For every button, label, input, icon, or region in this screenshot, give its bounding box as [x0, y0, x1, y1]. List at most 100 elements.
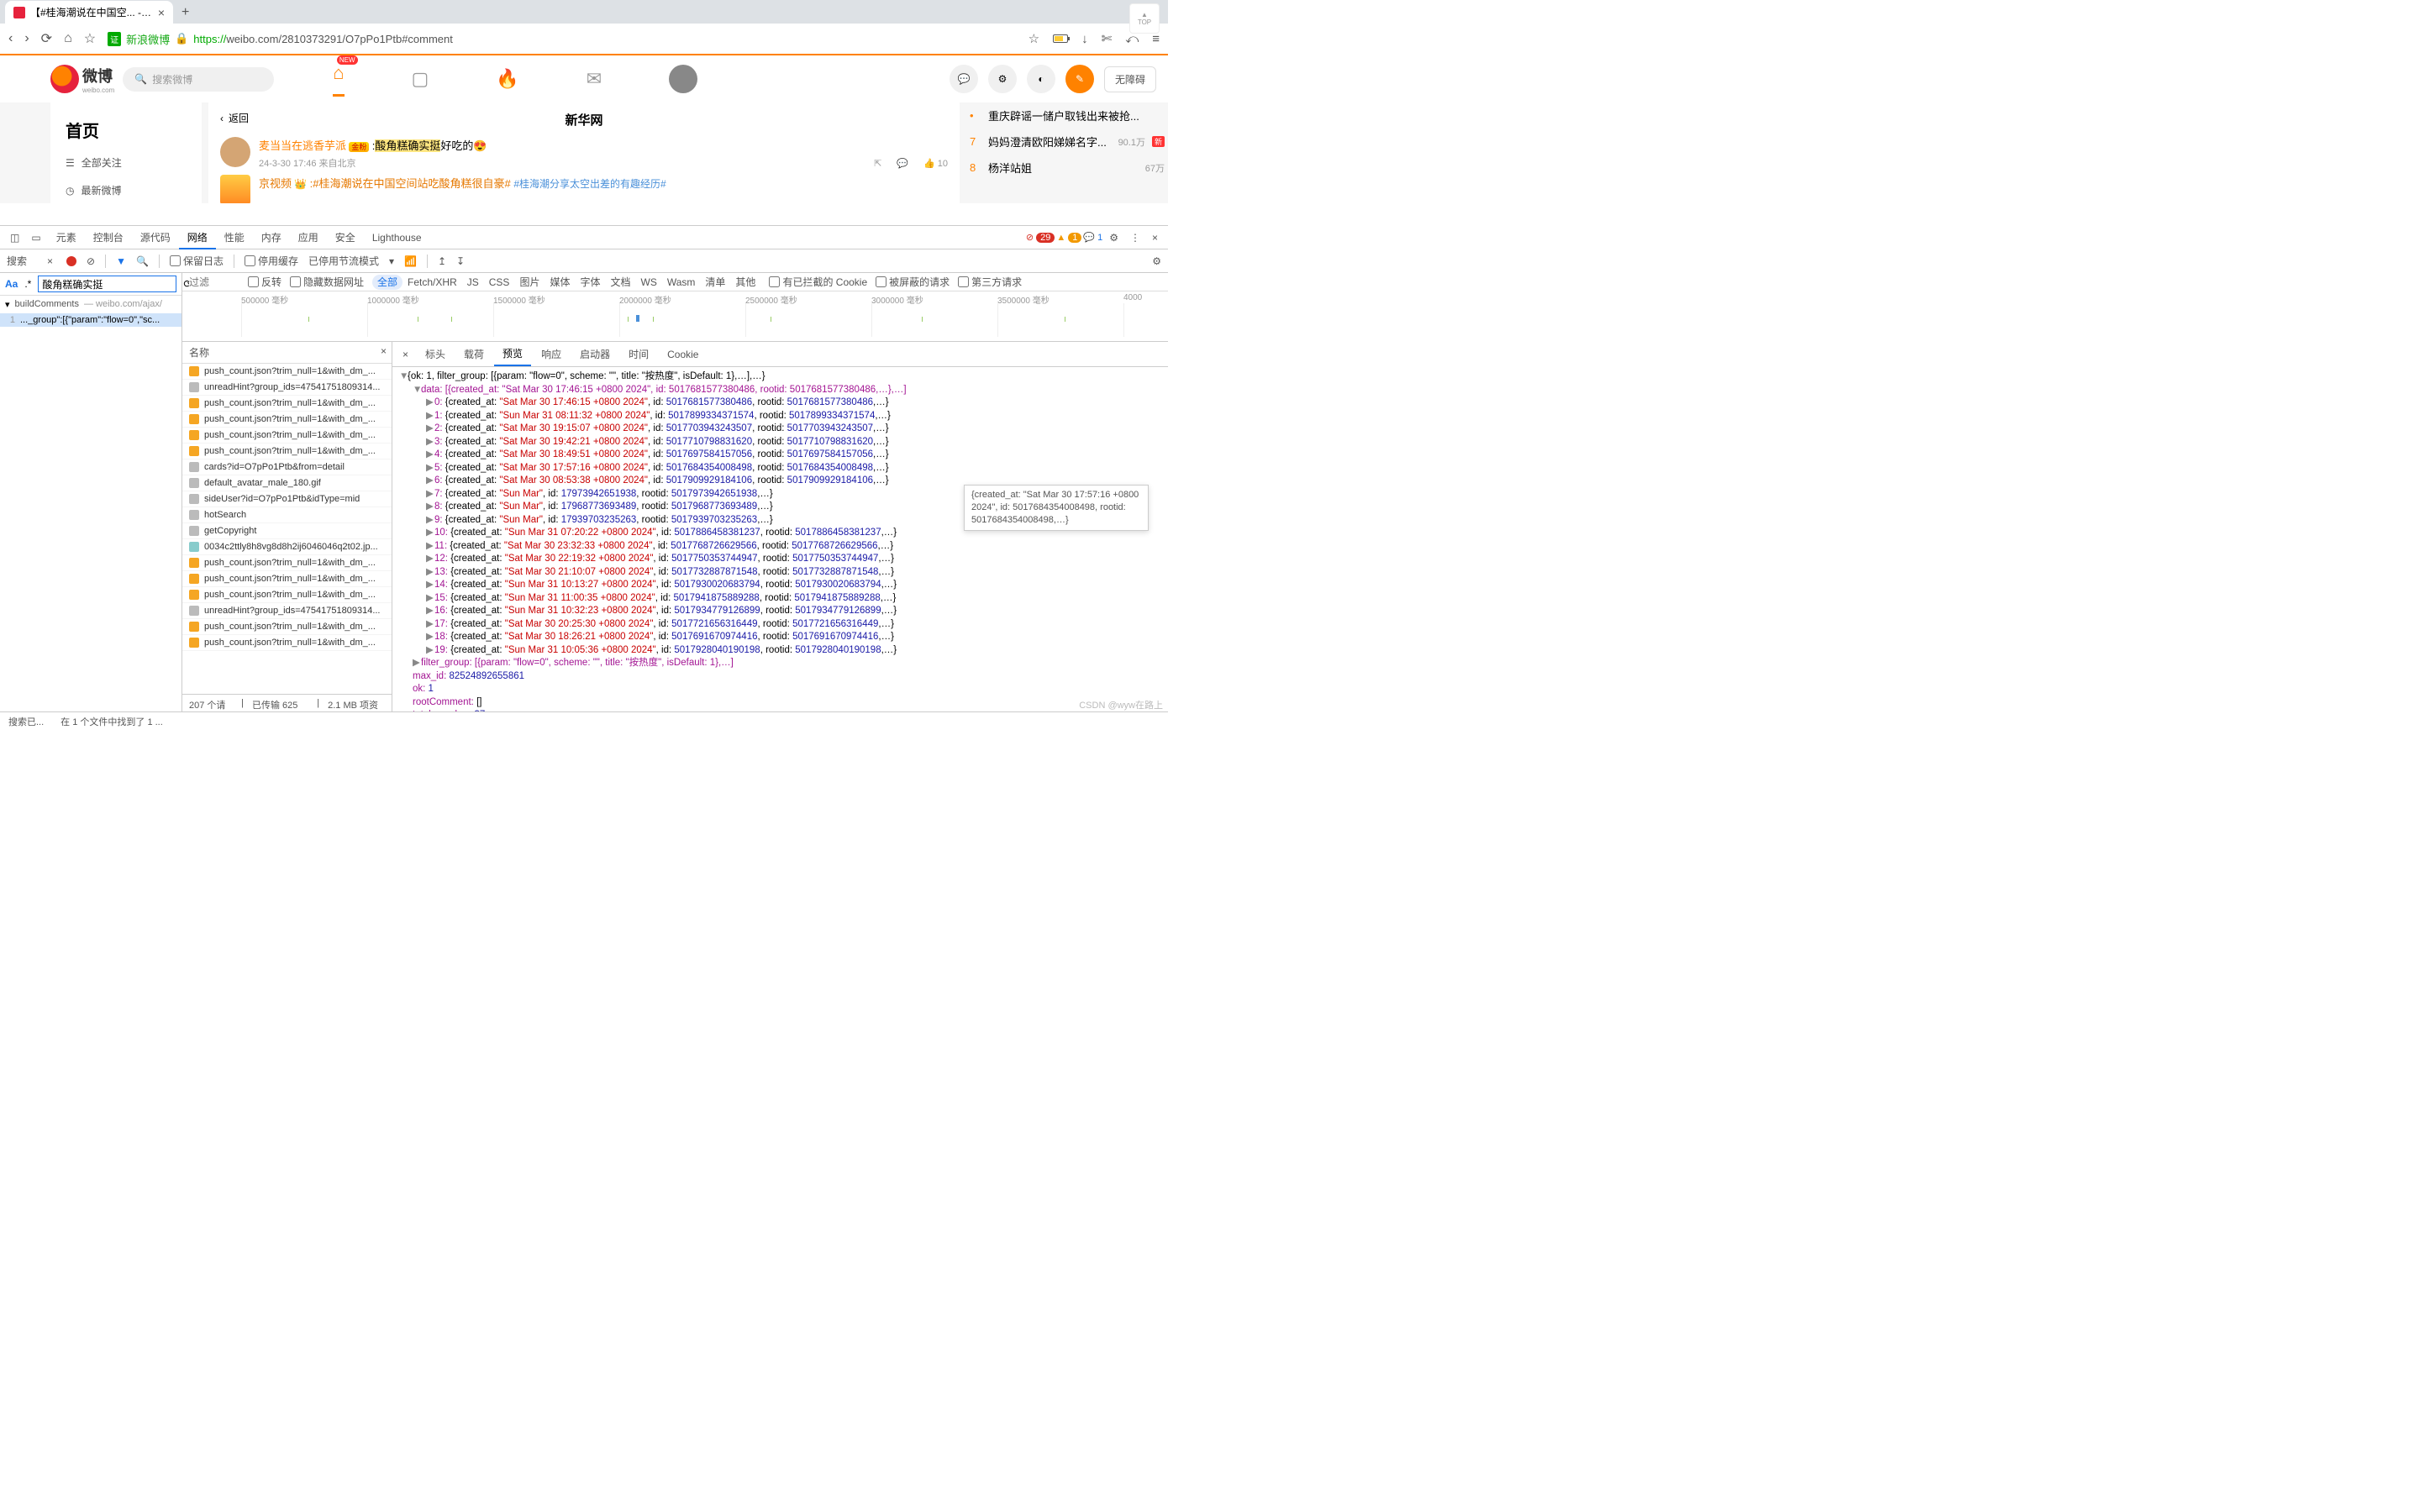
- detail-tab[interactable]: 时间: [620, 343, 657, 365]
- close-icon[interactable]: ×: [158, 6, 165, 19]
- disable-cache-checkbox[interactable]: 停用缓存: [245, 254, 298, 268]
- blocked-cookie-checkbox[interactable]: 有已拦截的 Cookie: [769, 275, 867, 289]
- detail-tab[interactable]: 启动器: [571, 343, 618, 365]
- devtools-tab[interactable]: 应用: [290, 228, 327, 248]
- detail-tab[interactable]: 预览: [494, 342, 531, 366]
- request-row[interactable]: unreadHint?group_ids=47541751809314...: [182, 603, 392, 619]
- menu-icon[interactable]: ≡: [1152, 32, 1160, 46]
- filter-category[interactable]: Fetch/XHR: [402, 275, 462, 290]
- request-row[interactable]: push_count.json?trim_null=1&with_dm_...: [182, 412, 392, 428]
- username[interactable]: 麦当当在逃香芋派: [259, 139, 346, 152]
- devtools-tab[interactable]: 性能: [216, 228, 253, 248]
- a11y-button[interactable]: 无障碍: [1104, 66, 1156, 92]
- compose-button[interactable]: ✎: [1065, 65, 1094, 93]
- request-row[interactable]: push_count.json?trim_null=1&with_dm_...: [182, 364, 392, 380]
- detail-tab[interactable]: 标头: [417, 343, 454, 365]
- nav-video[interactable]: ▢: [412, 68, 429, 90]
- search-input[interactable]: 🔍 搜索微博: [123, 67, 274, 92]
- gear-icon[interactable]: ⚙: [1152, 255, 1161, 267]
- regex-toggle[interactable]: .*: [24, 278, 31, 290]
- avatar[interactable]: [220, 137, 250, 167]
- close-icon[interactable]: ×: [47, 255, 53, 267]
- close-icon[interactable]: ×: [1147, 232, 1163, 244]
- close-icon[interactable]: ×: [396, 345, 415, 364]
- reload-icon[interactable]: ⟳: [41, 30, 52, 47]
- hide-data-checkbox[interactable]: 隐藏数据网址: [290, 275, 364, 289]
- request-row[interactable]: cards?id=O7pPo1Ptb&from=detail: [182, 459, 392, 475]
- hot-item[interactable]: 7妈妈澄清欧阳娣娣名字...90.1万新: [966, 129, 1168, 155]
- gear-icon[interactable]: ⚙: [1104, 232, 1123, 244]
- request-row[interactable]: getCopyright: [182, 523, 392, 539]
- theme-icon[interactable]: ◐: [1027, 65, 1055, 93]
- close-icon[interactable]: ×: [381, 345, 387, 357]
- clear-icon[interactable]: ⊘: [87, 255, 95, 267]
- like-button[interactable]: 👍 10: [923, 158, 948, 169]
- inspect-icon[interactable]: ◫: [5, 232, 24, 244]
- filter-input[interactable]: [189, 276, 239, 288]
- detail-tab[interactable]: 响应: [533, 343, 570, 365]
- info-count[interactable]: 💬1: [1083, 232, 1102, 243]
- devtools-tab[interactable]: Lighthouse: [364, 228, 430, 248]
- warn-count[interactable]: ▲1: [1056, 233, 1081, 243]
- nav-home[interactable]: ⌂NEW: [333, 62, 344, 97]
- download-icon[interactable]: ↓: [1081, 32, 1088, 46]
- request-row[interactable]: push_count.json?trim_null=1&with_dm_...: [182, 555, 392, 571]
- request-row[interactable]: hotSearch: [182, 507, 392, 523]
- filter-category[interactable]: Wasm: [662, 275, 701, 290]
- filter-category[interactable]: WS: [636, 275, 662, 290]
- devtools-tab[interactable]: 控制台: [85, 228, 132, 248]
- filter-category[interactable]: 字体: [575, 275, 605, 290]
- filter-category[interactable]: 全部: [372, 275, 402, 290]
- record-button[interactable]: [66, 256, 76, 266]
- share-icon[interactable]: ⇱: [874, 158, 881, 169]
- devtools-tab[interactable]: 元素: [48, 228, 85, 248]
- search-field[interactable]: [38, 276, 176, 292]
- scissors-icon[interactable]: ✄: [1102, 31, 1113, 46]
- source-link[interactable]: 京视频: [259, 177, 292, 190]
- device-icon[interactable]: ▭: [26, 232, 45, 244]
- request-row[interactable]: unreadHint?group_ids=47541751809314...: [182, 380, 392, 396]
- request-row[interactable]: sideUser?id=O7pPo1Ptb&idType=mid: [182, 491, 392, 507]
- chevron-down-icon[interactable]: ▾: [389, 255, 394, 267]
- forward-icon[interactable]: ›: [24, 31, 29, 46]
- devtools-tab[interactable]: 安全: [327, 228, 364, 248]
- topic-link[interactable]: #桂海潮分享太空出差的有趣经历#: [513, 178, 666, 190]
- request-row[interactable]: push_count.json?trim_null=1&with_dm_...: [182, 635, 392, 651]
- comment-icon[interactable]: 💬: [897, 158, 908, 169]
- hot-item[interactable]: 8杨洋站姐67万: [966, 155, 1168, 181]
- column-header[interactable]: 名称×: [182, 342, 392, 364]
- back-icon[interactable]: ‹: [8, 31, 13, 46]
- filter-icon[interactable]: ▼: [116, 255, 126, 267]
- url-field[interactable]: 证 新浪微博 🔒 https://weibo.com/2810373291/O7…: [108, 31, 1017, 47]
- gear-icon[interactable]: ⚙: [988, 65, 1017, 93]
- filter-category[interactable]: CSS: [484, 275, 515, 290]
- request-row[interactable]: push_count.json?trim_null=1&with_dm_...: [182, 619, 392, 635]
- detail-tab[interactable]: Cookie: [659, 344, 707, 365]
- case-toggle[interactable]: Aa: [5, 278, 18, 290]
- more-icon[interactable]: ⋮: [1125, 232, 1145, 244]
- hot-item[interactable]: •重庆辟谣一储户取钱出来被抢...: [966, 102, 1168, 129]
- search-result-file[interactable]: ▾buildComments— weibo.com/ajax/: [0, 296, 182, 313]
- filter-category[interactable]: 其他: [730, 275, 760, 290]
- request-row[interactable]: 0034c2ttly8h8vg8d8h2ij6046046q2t02.jp...: [182, 539, 392, 555]
- request-row[interactable]: default_avatar_male_180.gif: [182, 475, 392, 491]
- timeline[interactable]: 500000 毫秒1000000 毫秒1500000 毫秒2000000 毫秒2…: [182, 291, 1168, 342]
- invert-checkbox[interactable]: 反转: [248, 275, 281, 289]
- home-icon[interactable]: ⌂: [64, 31, 72, 46]
- request-row[interactable]: push_count.json?trim_null=1&with_dm_...: [182, 571, 392, 587]
- filter-category[interactable]: 清单: [700, 275, 730, 290]
- undo-icon[interactable]: ⤺: [1125, 32, 1139, 46]
- request-row[interactable]: push_count.json?trim_null=1&with_dm_...: [182, 428, 392, 444]
- filter-category[interactable]: 文档: [605, 275, 635, 290]
- topic-link[interactable]: :#桂海潮说在中国空间站吃酸角糕很自豪#: [310, 177, 514, 190]
- error-count[interactable]: ⊘29: [1026, 232, 1055, 243]
- devtools-tab[interactable]: 内存: [253, 228, 290, 248]
- request-row[interactable]: push_count.json?trim_null=1&with_dm_...: [182, 587, 392, 603]
- throttle-select[interactable]: 已停用节流模式: [308, 254, 379, 268]
- nav-profile[interactable]: [669, 65, 697, 93]
- filter-category[interactable]: 图片: [514, 275, 544, 290]
- nav-message[interactable]: ✉: [587, 68, 602, 90]
- sidebar-item-all[interactable]: ☰全部关注: [50, 149, 202, 176]
- request-row[interactable]: push_count.json?trim_null=1&with_dm_...: [182, 444, 392, 459]
- nav-hot[interactable]: 🔥: [496, 68, 518, 90]
